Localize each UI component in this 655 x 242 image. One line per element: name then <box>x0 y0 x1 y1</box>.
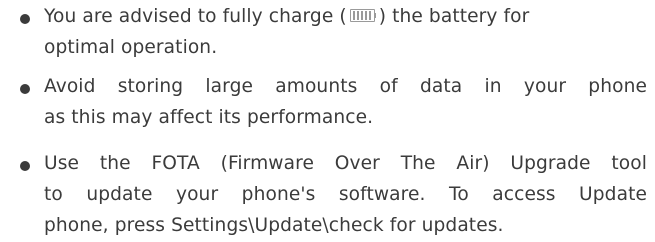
bullet-line: Use the FOTA (Firmware Over The Air) Upg… <box>44 153 647 174</box>
bullet-text-part: ) the battery for <box>378 6 530 27</box>
bullet-text: Avoid storing large amounts of data in y… <box>44 71 647 133</box>
bullet-line: You are advised to fully charge ( ) the b… <box>44 1 647 32</box>
bullet-line: optimal operation. <box>44 37 218 58</box>
bullet-line: Avoid storing large amounts of data in y… <box>44 76 647 97</box>
bullet-line: as this may affect its performance. <box>44 107 374 128</box>
battery-full-icon <box>349 9 376 22</box>
bullet-text: You are advised to fully charge ( ) the b… <box>44 1 647 63</box>
bullet-text: Use the FOTA (Firmware Over The Air) Upg… <box>44 148 647 241</box>
bullet-icon <box>20 14 30 24</box>
bullet-text-part: You are advised to fully charge ( <box>44 6 347 27</box>
bullet-icon <box>20 161 30 171</box>
bullet-line: phone, press Settings\Update\check for u… <box>44 215 504 236</box>
bullet-line: to update your phone's software. To acce… <box>44 184 647 205</box>
bullet-icon <box>20 84 30 94</box>
